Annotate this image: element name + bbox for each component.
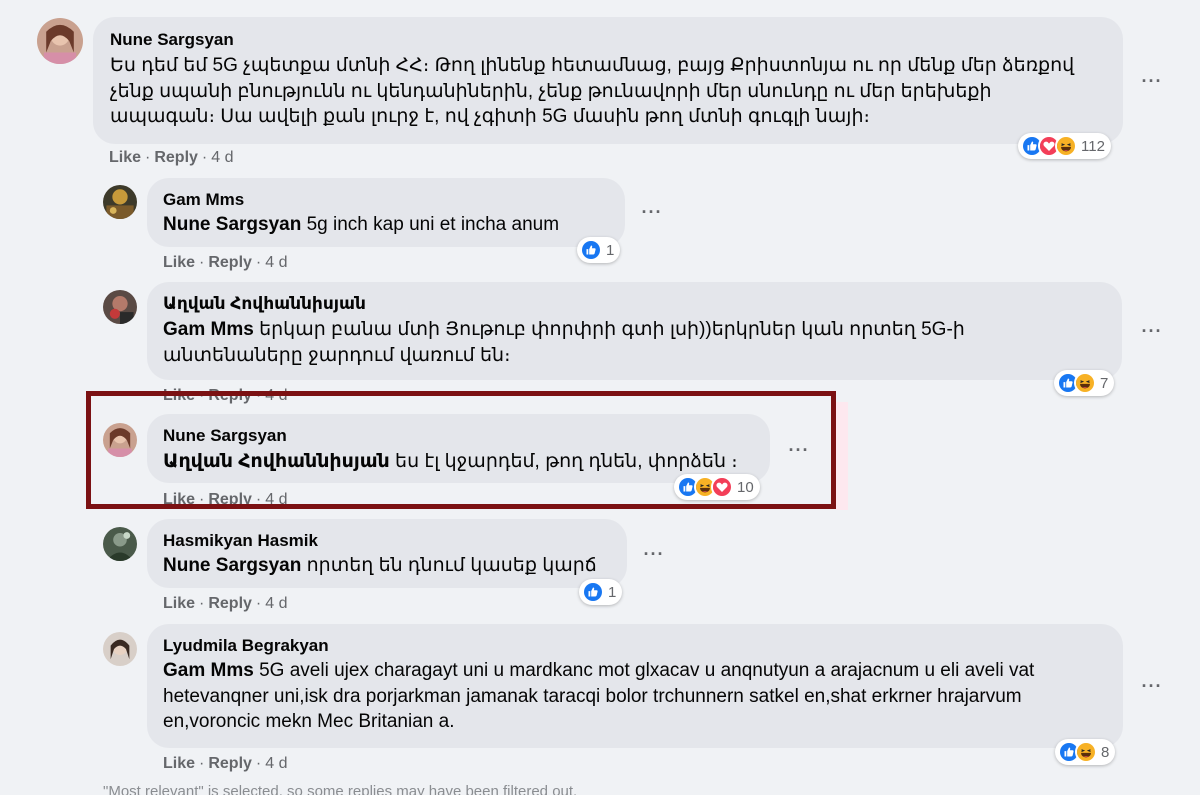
comment-text: Gam Mms 5G aveli ujex charagayt uni u ma… [163,658,1083,735]
separator-dot: · [199,254,205,271]
avatar[interactable] [103,185,137,219]
separator-dot: · [199,595,205,612]
reaction-icons [1057,372,1096,394]
mention-link[interactable]: Nune Sargsyan [163,555,301,576]
separator-dot: · [201,149,208,166]
reaction-icons [582,581,604,603]
comments-page: Nune Sargsyan Ես դեմ եմ 5G չպետքա մտնի Հ… [0,0,1200,795]
comment-text-content: 5G aveli ujex charagayt uni u mardkanc m… [163,660,1035,732]
comment-actions: Like · Reply · 4 d [109,149,234,167]
comment-bubble: Hasmikyan Hasmik Nune Sargsyan որտեղ են … [147,519,627,588]
reply-button[interactable]: Reply [208,254,252,271]
comment-text-content: երկար բանա մտի Յութուբ փորփրի գտի լսի))ե… [163,319,965,366]
comment-bubble: Աղվան Հովհաննիսյան Gam Mms երկար բանա մտ… [147,282,1122,380]
more-options-icon[interactable]: ··· [1139,322,1165,340]
mention-link[interactable]: Gam Mms [163,660,254,681]
more-options-icon[interactable]: ··· [1139,72,1165,90]
comment-text: Nune Sargsyan որտեղ են դնում կասեք կարճ [163,553,623,579]
more-options-icon[interactable]: ··· [1139,677,1165,695]
comment-text: Ես դեմ եմ 5G չպետքա մտնի ՀՀ։ Թող լինենք … [110,53,1100,130]
haha-reaction-icon [1075,741,1097,763]
avatar[interactable] [103,632,137,666]
reaction-count: 8 [1101,743,1110,761]
like-button[interactable]: Like [163,755,195,772]
reaction-count: 7 [1100,374,1109,392]
haha-reaction-icon [1055,135,1077,157]
reaction-icons [1021,135,1077,157]
separator-dot: · [145,149,151,166]
comment-timestamp[interactable]: 4 d [265,254,287,271]
avatar[interactable] [37,18,83,64]
comment-text-content: Ես դեմ եմ 5G չպետքա մտնի ՀՀ։ Թող լինենք … [110,55,1075,127]
mention-link[interactable]: Gam Mms [163,319,254,340]
reactions-summary[interactable]: 112 [1018,133,1111,159]
avatar[interactable] [103,527,137,561]
separator-dot: · [255,254,262,271]
more-options-icon[interactable]: ··· [639,203,665,221]
reaction-icons [1058,741,1097,763]
like-reaction-icon [582,581,604,603]
comment-bubble: Lyudmila Begrakyan Gam Mms 5G aveli ujex… [147,624,1123,748]
reactions-summary[interactable]: 8 [1055,739,1116,765]
separator-dot: · [255,595,262,612]
highlight-tint [836,402,848,510]
haha-reaction-icon [1074,372,1096,394]
reply-button[interactable]: Reply [208,755,252,772]
comment-text-content: 5g inch kap uni et incha anum [306,214,560,235]
like-button[interactable]: Like [163,595,195,612]
comment-bubble: Nune Sargsyan Ես դեմ եմ 5G չպետքա մտնի Հ… [93,17,1123,144]
separator-dot: · [199,755,205,772]
reaction-count: 1 [606,241,615,259]
comment-author[interactable]: Hasmikyan Hasmik [163,531,318,551]
comment-text-content: որտեղ են դնում կասեք կարճ [306,555,597,576]
highlight-frame [86,391,836,509]
comment-author[interactable]: Lyudmila Begrakyan [163,636,329,656]
reactions-summary[interactable]: 1 [579,579,623,605]
comment-author[interactable]: Nune Sargsyan [110,30,234,50]
comment-actions: Like · Reply · 4 d [163,595,288,613]
comment-timestamp[interactable]: 4 d [265,755,287,772]
filtered-replies-note: "Most relevant" is selected, so some rep… [103,783,578,795]
separator-dot: · [255,755,262,772]
comment-author[interactable]: Gam Mms [163,190,244,210]
like-button[interactable]: Like [163,254,195,271]
mention-link[interactable]: Nune Sargsyan [163,214,301,235]
comment-actions: Like · Reply · 4 d [163,755,288,773]
comment-bubble: Gam Mms Nune Sargsyan 5g inch kap uni et… [147,178,625,247]
reactions-summary[interactable]: 1 [577,237,621,263]
reaction-icons [580,239,602,261]
reaction-count: 112 [1081,137,1105,155]
comment-timestamp[interactable]: 4 d [265,595,287,612]
reply-button[interactable]: Reply [154,149,198,166]
more-options-icon[interactable]: ··· [641,545,667,563]
like-button[interactable]: Like [109,149,141,166]
comment-text: Nune Sargsyan 5g inch kap uni et incha a… [163,212,623,238]
reactions-summary[interactable]: 7 [1054,370,1115,396]
comment-author[interactable]: Աղվան Հովհաննիսյան [163,294,366,314]
like-reaction-icon [580,239,602,261]
comment-actions: Like · Reply · 4 d [163,254,288,272]
reaction-count: 1 [608,583,617,601]
comment-text: Gam Mms երկար բանա մտի Յութուբ փորփրի գտ… [163,317,1003,368]
reply-button[interactable]: Reply [208,595,252,612]
avatar[interactable] [103,290,137,324]
comment-timestamp[interactable]: 4 d [211,149,233,166]
